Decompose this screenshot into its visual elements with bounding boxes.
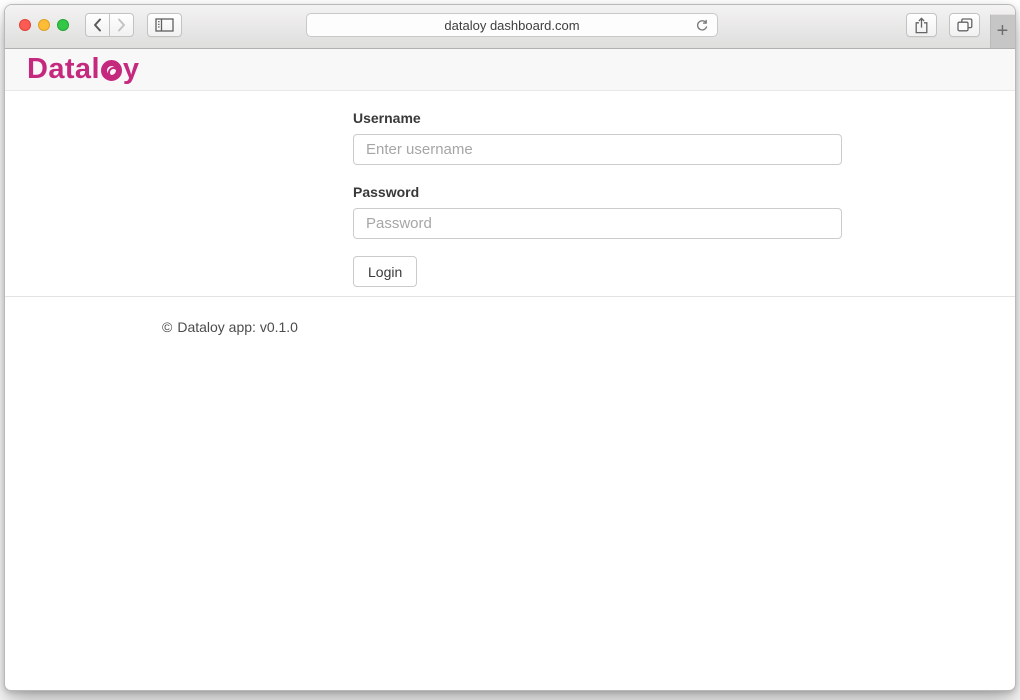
password-input[interactable]: [353, 208, 842, 239]
minimize-button[interactable]: [38, 19, 50, 31]
browser-window: dataloy dashboard.com: [4, 4, 1016, 691]
password-label: Password: [353, 184, 842, 200]
browser-toolbar: dataloy dashboard.com: [5, 5, 1015, 49]
copyright-icon: ©: [162, 319, 172, 335]
tabs-icon: [957, 18, 973, 32]
close-button[interactable]: [19, 19, 31, 31]
reload-icon: [695, 19, 709, 33]
back-button[interactable]: [85, 13, 110, 37]
dataloy-logo: Dataly: [27, 55, 139, 84]
login-form: Username Password Login: [5, 91, 842, 287]
sidebar-toggle-button[interactable]: [147, 13, 182, 37]
login-section: Username Password Login: [5, 91, 1015, 297]
new-tab-button[interactable]: +: [990, 14, 1015, 48]
nav-button-group: [85, 13, 134, 37]
footer-version-text: Dataloy app: v0.1.0: [177, 319, 298, 335]
logo-text-suffix: y: [123, 55, 140, 84]
logo-text-prefix: Datal: [27, 55, 100, 84]
chevron-left-icon: [93, 18, 102, 32]
tab-overview-button[interactable]: [949, 13, 980, 37]
chevron-right-icon: [117, 18, 126, 32]
reload-button[interactable]: [694, 18, 710, 34]
logo-o-icon: [101, 60, 122, 81]
forward-button[interactable]: [109, 13, 134, 37]
share-button[interactable]: [906, 13, 937, 37]
traffic-lights: [19, 19, 69, 31]
plus-icon: +: [997, 20, 1009, 43]
username-input[interactable]: [353, 134, 842, 165]
app-footer: © Dataloy app: v0.1.0: [5, 297, 1015, 335]
address-bar[interactable]: dataloy dashboard.com: [306, 13, 718, 37]
app-header: Dataly: [5, 49, 1015, 91]
username-label: Username: [353, 110, 842, 126]
share-icon: [914, 17, 929, 34]
url-text: dataloy dashboard.com: [444, 18, 579, 33]
panel-left-icon: [155, 18, 174, 32]
zoom-button[interactable]: [57, 19, 69, 31]
login-button[interactable]: Login: [353, 256, 417, 287]
